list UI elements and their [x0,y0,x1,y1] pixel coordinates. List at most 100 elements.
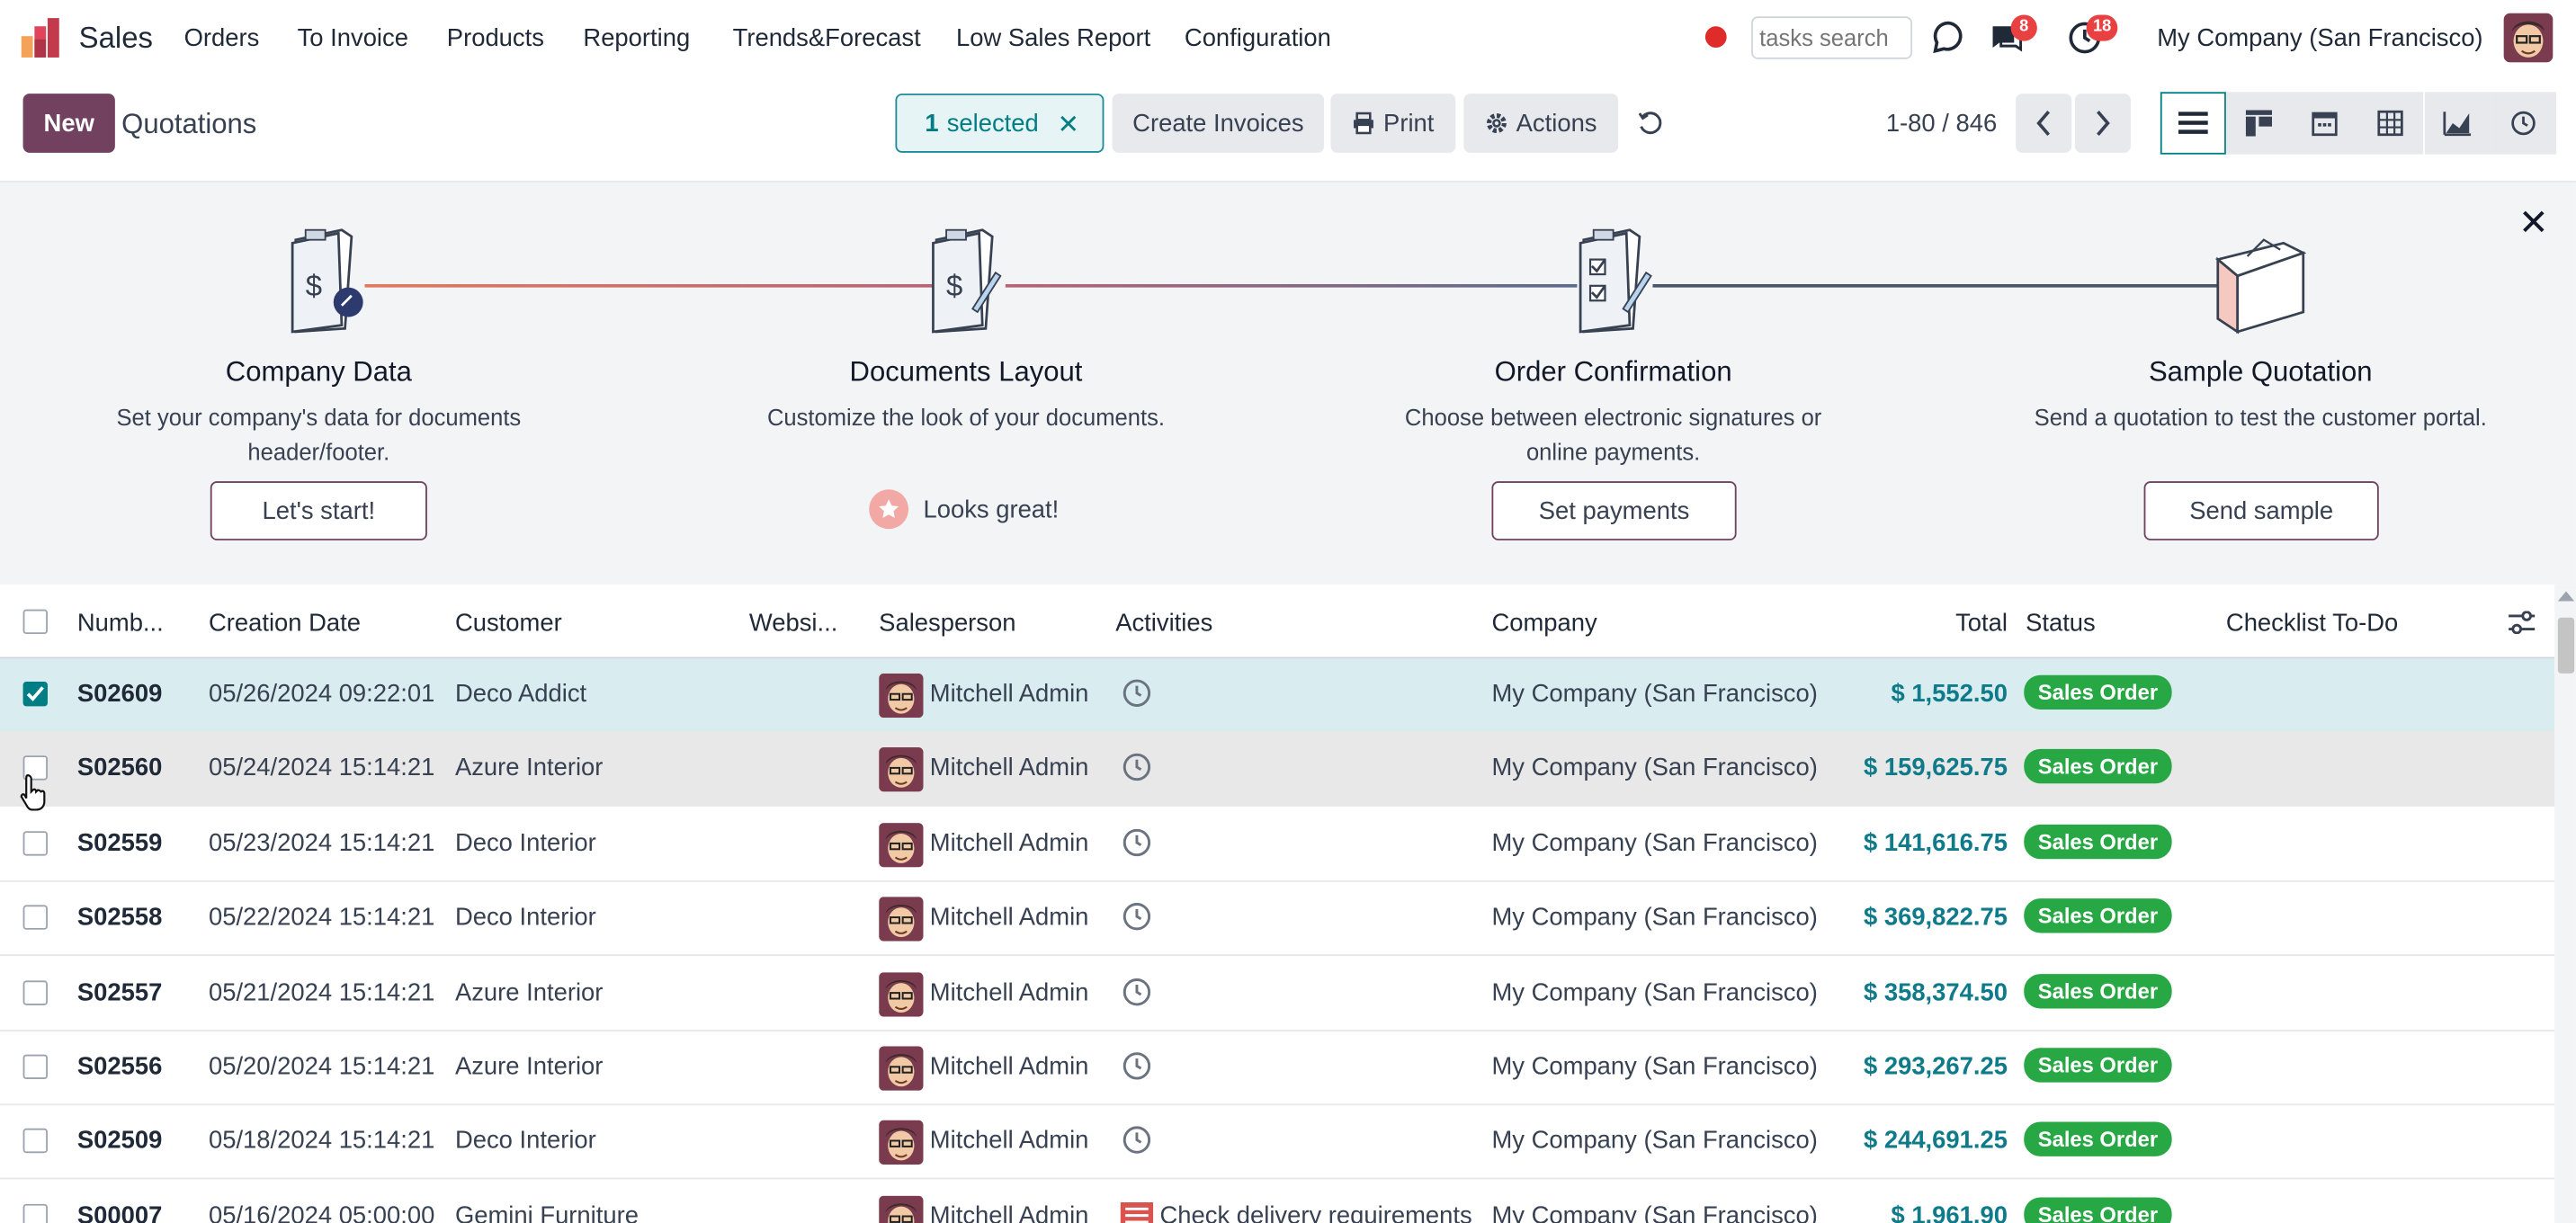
order-total: $ 369,822.75 [1863,903,2008,932]
col-website[interactable]: Websi... [749,610,837,638]
salesperson-name: Mitchell Admin [929,754,1089,783]
row-checkbox[interactable] [22,1054,48,1080]
clear-selection-icon[interactable]: ✕ [1058,109,1079,142]
optional-columns-settings-icon[interactable] [2509,611,2536,635]
activity-clock-icon[interactable] [1122,977,1151,1006]
scroll-up-arrow-icon[interactable] [2557,591,2575,602]
lets-start-button[interactable]: Let's start! [210,481,427,540]
select-all-checkbox[interactable] [22,609,48,635]
salesperson-avatar[interactable] [879,673,924,719]
menu-to-invoice[interactable]: To Invoice [298,24,408,52]
table-row[interactable]: S02509 05/18/2024 15:14:21 Deco Interior Mi… [0,1105,2555,1181]
col-customer[interactable]: Customer [455,610,562,638]
tasks-search-input[interactable] [1751,16,1913,59]
user-avatar[interactable] [2503,13,2554,63]
view-kanban-button[interactable] [2225,92,2292,155]
activity-summary-text: Check delivery requirements [1159,1201,1472,1223]
row-checkbox[interactable] [22,979,48,1005]
col-company[interactable]: Company [1491,610,1597,638]
col-activities[interactable]: Activities [1115,610,1212,638]
chat-bubble-icon[interactable] [1928,18,1968,58]
table-row[interactable]: S02609 05/26/2024 09:22:01 Deco Addict Mitc… [0,658,2555,733]
new-button[interactable]: New [22,94,115,153]
order-total: $ 358,374.50 [1863,978,2008,1006]
order-confirmation-checklist-icon [1579,228,1652,334]
col-salesperson[interactable]: Salesperson [879,610,1015,638]
view-activity-button[interactable] [2490,92,2557,155]
scrollbar-thumb[interactable] [2557,617,2575,674]
activity-clock-icon[interactable] [1122,1051,1151,1081]
activity-clock-icon[interactable] [1122,827,1151,857]
activity-clock-icon[interactable] [1122,753,1151,782]
actions-label: Actions [1516,109,1597,138]
customer-name: Deco Interior [454,829,596,858]
customer-name: Azure Interior [454,978,604,1006]
row-checkbox[interactable] [22,1203,48,1223]
view-graph-button[interactable] [2424,92,2491,155]
row-checkbox[interactable] [22,905,48,931]
activity-clock-icon[interactable] [1122,678,1151,708]
progress-line-3 [1652,283,2222,288]
col-number[interactable]: Numb... [77,610,164,638]
customer-name: Azure Interior [454,754,604,783]
star-icon [869,489,909,530]
menu-products[interactable]: Products [447,24,544,52]
salesperson-avatar[interactable] [879,897,924,942]
view-list-button[interactable] [2160,92,2226,155]
selected-label: selected [946,109,1039,138]
col-total[interactable]: Total [1955,610,2008,638]
menu-trends-forecast[interactable]: Trends&Forecast [733,24,921,52]
print-button[interactable]: Print [1330,94,1456,153]
row-checkbox[interactable] [22,681,48,707]
activity-clock-icon[interactable] [1122,1126,1151,1156]
sales-app-icon[interactable] [20,16,62,58]
pager-previous-button[interactable] [2016,94,2072,153]
order-total: $ 244,691.25 [1863,1127,2008,1156]
salesperson-name: Mitchell Admin [929,1127,1089,1156]
menu-low-sales-report[interactable]: Low Sales Report [956,24,1150,52]
activity-summary[interactable]: Check delivery requirements [1120,1201,1472,1223]
company-switcher[interactable]: My Company (San Francisco) [2157,24,2482,52]
menu-configuration[interactable]: Configuration [1185,24,1331,52]
table-row[interactable]: S02558 05/22/2024 15:14:21 Deco Interior Mi… [0,882,2555,957]
pager-value[interactable]: 1-80 / 846 [1886,110,1997,138]
progress-line-1 [364,283,934,288]
view-pivot-button[interactable] [2357,92,2424,155]
table-row[interactable]: S02559 05/23/2024 15:14:21 Deco Interior Mi… [0,808,2555,882]
salesperson-avatar[interactable] [879,971,924,1016]
row-checkbox[interactable] [22,1129,48,1154]
col-checklist-todo[interactable]: Checklist To-Do [2226,610,2398,638]
selected-count: 1 [925,109,939,138]
set-payments-button[interactable]: Set payments [1491,481,1737,540]
app-name[interactable]: Sales [79,22,153,56]
sample-quotation-envelope-icon [2214,238,2307,335]
pager-next-button[interactable] [2074,94,2131,153]
create-invoices-button[interactable]: Create Invoices [1112,94,1325,153]
banner-close-icon[interactable]: ✕ [2518,202,2549,245]
col-creation-date[interactable]: Creation Date [209,610,361,638]
salesperson-avatar[interactable] [879,822,924,868]
table-row[interactable]: S02557 05/21/2024 15:14:21 Azure Interior M… [0,957,2555,1031]
col-status[interactable]: Status [2026,610,2096,638]
customer-name: Gemini Furniture [454,1201,639,1223]
menu-orders[interactable]: Orders [184,24,260,52]
row-checkbox[interactable] [22,830,48,856]
salesperson-avatar[interactable] [879,1120,924,1165]
vertical-scrollbar[interactable] [2554,585,2576,1223]
status-badge: Sales Order [2024,1048,2172,1083]
status-badge: Sales Order [2024,674,2172,710]
send-sample-button[interactable]: Send sample [2143,481,2379,540]
salesperson-avatar[interactable] [879,747,924,793]
view-calendar-button[interactable] [2291,92,2358,155]
salesperson-avatar[interactable] [879,1046,924,1091]
table-row[interactable]: S02556 05/20/2024 15:14:21 Azure Interior M… [0,1031,2555,1106]
menu-reporting[interactable]: Reporting [583,24,690,52]
activity-clock-icon[interactable] [1122,902,1151,932]
salesperson-avatar[interactable] [879,1195,924,1223]
table-row[interactable]: S00007 05/16/2024 05:00:00 Gemini Furnitur… [0,1180,2555,1223]
recording-indicator-icon[interactable] [1704,26,1727,48]
actions-button[interactable]: Actions [1463,94,1619,153]
discard-refresh-icon[interactable] [1636,109,1666,138]
activity-todo-icon [1120,1202,1154,1223]
table-row[interactable]: S02560 05/24/2024 15:14:21 Azure Interior M… [0,733,2555,808]
